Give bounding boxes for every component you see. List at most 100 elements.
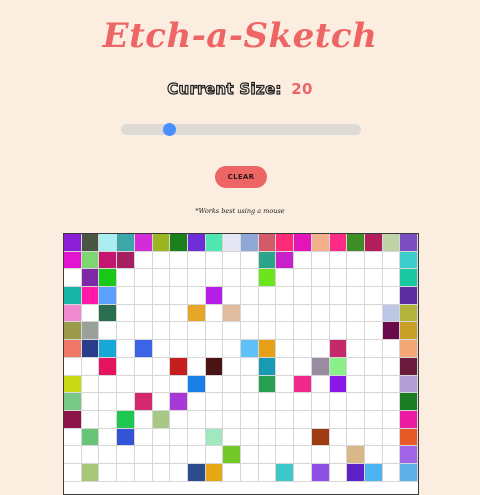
- grid-cell[interactable]: [347, 393, 365, 411]
- grid-cell[interactable]: [347, 410, 365, 429]
- grid-cell[interactable]: [294, 287, 312, 305]
- grid-cell[interactable]: [187, 234, 206, 252]
- grid-cell[interactable]: [294, 393, 312, 411]
- grid-cell[interactable]: [170, 463, 188, 482]
- grid-cell[interactable]: [64, 322, 82, 341]
- grid-cell[interactable]: [117, 251, 135, 270]
- grid-cell[interactable]: [276, 251, 295, 270]
- grid-cell[interactable]: [241, 393, 259, 411]
- grid-cell[interactable]: [276, 428, 295, 447]
- grid-cell[interactable]: [311, 375, 330, 394]
- grid-cell[interactable]: [152, 251, 171, 270]
- grid-cell[interactable]: [311, 234, 330, 252]
- grid-cell[interactable]: [134, 410, 153, 429]
- grid-cell[interactable]: [152, 428, 171, 447]
- grid-cell[interactable]: [258, 322, 277, 341]
- grid-cell[interactable]: [241, 269, 259, 288]
- grid-cell[interactable]: [329, 446, 348, 464]
- grid-cell[interactable]: [382, 269, 401, 288]
- grid-cell[interactable]: [205, 340, 224, 358]
- grid-cell[interactable]: [187, 375, 206, 394]
- grid-cell[interactable]: [241, 234, 259, 252]
- grid-cell[interactable]: [294, 357, 312, 376]
- grid-cell[interactable]: [382, 428, 401, 447]
- grid-cell[interactable]: [64, 340, 82, 358]
- grid-cell[interactable]: [258, 304, 277, 323]
- grid-cell[interactable]: [382, 322, 401, 341]
- grid-cell[interactable]: [294, 410, 312, 429]
- grid-cell[interactable]: [152, 410, 171, 429]
- grid-cell[interactable]: [241, 322, 259, 341]
- grid-cell[interactable]: [223, 304, 241, 323]
- grid-cell[interactable]: [223, 322, 241, 341]
- grid-cell[interactable]: [364, 375, 383, 394]
- grid-cell[interactable]: [134, 304, 153, 323]
- grid-cell[interactable]: [364, 269, 383, 288]
- grid-cell[interactable]: [187, 393, 206, 411]
- grid-cell[interactable]: [364, 234, 383, 252]
- grid-cell[interactable]: [81, 463, 100, 482]
- grid-cell[interactable]: [223, 234, 241, 252]
- grid-cell[interactable]: [364, 393, 383, 411]
- grid-cell[interactable]: [170, 269, 188, 288]
- grid-cell[interactable]: [99, 375, 118, 394]
- grid-cell[interactable]: [364, 251, 383, 270]
- grid-cell[interactable]: [81, 375, 100, 394]
- grid-cell[interactable]: [187, 287, 206, 305]
- grid-cell[interactable]: [223, 410, 241, 429]
- grid-cell[interactable]: [99, 446, 118, 464]
- grid-cell[interactable]: [258, 234, 277, 252]
- grid-cell[interactable]: [258, 428, 277, 447]
- grid-cell[interactable]: [400, 322, 418, 341]
- grid-cell[interactable]: [329, 322, 348, 341]
- grid-cell[interactable]: [258, 357, 277, 376]
- grid-cell[interactable]: [81, 287, 100, 305]
- grid-cell[interactable]: [329, 393, 348, 411]
- grid-cell[interactable]: [347, 463, 365, 482]
- grid-cell[interactable]: [400, 269, 418, 288]
- grid-cell[interactable]: [170, 304, 188, 323]
- clear-button[interactable]: CLEAR: [215, 166, 267, 188]
- grid-cell[interactable]: [223, 375, 241, 394]
- grid-cell[interactable]: [64, 410, 82, 429]
- grid-cell[interactable]: [152, 340, 171, 358]
- grid-cell[interactable]: [258, 287, 277, 305]
- grid-cell[interactable]: [311, 463, 330, 482]
- grid-cell[interactable]: [258, 251, 277, 270]
- grid-cell[interactable]: [64, 234, 82, 252]
- grid-cell[interactable]: [205, 446, 224, 464]
- grid-cell[interactable]: [152, 269, 171, 288]
- grid-cell[interactable]: [400, 340, 418, 358]
- grid-cell[interactable]: [81, 269, 100, 288]
- grid-cell[interactable]: [294, 428, 312, 447]
- grid-cell[interactable]: [364, 287, 383, 305]
- grid-cell[interactable]: [364, 357, 383, 376]
- grid-cell[interactable]: [241, 375, 259, 394]
- grid-cell[interactable]: [294, 340, 312, 358]
- grid-cell[interactable]: [258, 410, 277, 429]
- grid-cell[interactable]: [276, 304, 295, 323]
- grid-cell[interactable]: [134, 393, 153, 411]
- grid-cell[interactable]: [170, 340, 188, 358]
- grid-cell[interactable]: [311, 357, 330, 376]
- grid-cell[interactable]: [400, 357, 418, 376]
- grid-cell[interactable]: [223, 340, 241, 358]
- grid-cell[interactable]: [152, 446, 171, 464]
- grid-cell[interactable]: [152, 322, 171, 341]
- grid-cell[interactable]: [187, 340, 206, 358]
- grid-cell[interactable]: [170, 322, 188, 341]
- grid-size-slider[interactable]: [121, 123, 361, 136]
- grid-cell[interactable]: [99, 322, 118, 341]
- grid-cell[interactable]: [81, 428, 100, 447]
- grid-cell[interactable]: [347, 322, 365, 341]
- grid-cell[interactable]: [99, 269, 118, 288]
- grid-cell[interactable]: [170, 446, 188, 464]
- grid-cell[interactable]: [170, 251, 188, 270]
- grid-cell[interactable]: [258, 463, 277, 482]
- grid-cell[interactable]: [294, 446, 312, 464]
- grid-cell[interactable]: [276, 269, 295, 288]
- grid-cell[interactable]: [311, 410, 330, 429]
- grid-cell[interactable]: [152, 463, 171, 482]
- grid-cell[interactable]: [364, 428, 383, 447]
- grid-cell[interactable]: [117, 410, 135, 429]
